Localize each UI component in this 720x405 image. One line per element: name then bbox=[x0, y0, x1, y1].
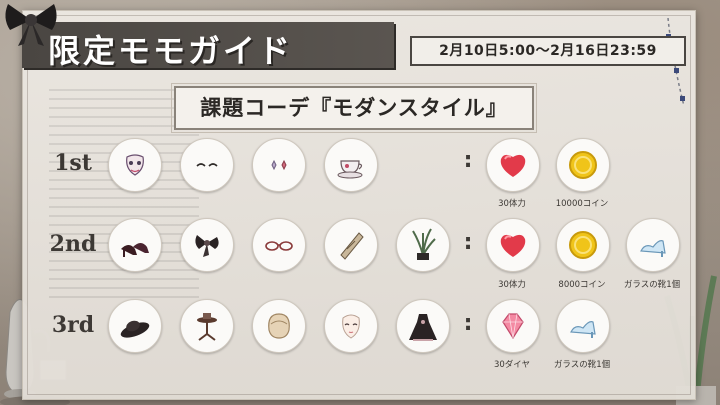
item-eyelash[interactable] bbox=[180, 138, 234, 192]
item-face[interactable] bbox=[324, 299, 378, 353]
reward-label: ガラスの靴1個 bbox=[623, 280, 681, 290]
potted-plant-icon bbox=[412, 228, 436, 260]
title-bar: 限定モモガイド bbox=[22, 22, 394, 70]
reward-coin[interactable] bbox=[556, 218, 610, 272]
item-potted-plant[interactable] bbox=[396, 218, 450, 272]
coin-icon bbox=[569, 151, 597, 179]
hair-bow-icon bbox=[195, 235, 219, 257]
heels-icon bbox=[121, 243, 149, 257]
item-hairstyle[interactable] bbox=[252, 299, 306, 353]
row-separator-3: : bbox=[463, 311, 473, 336]
reward-label: ガラスの靴1個 bbox=[553, 360, 611, 370]
dress-icon bbox=[409, 314, 437, 341]
hairstyle-icon bbox=[268, 313, 290, 339]
item-teacup[interactable] bbox=[324, 138, 378, 192]
row-separator-2: : bbox=[463, 230, 473, 255]
row-separator-1: : bbox=[463, 148, 473, 173]
eyelash-icon bbox=[196, 163, 218, 167]
event-period: 2月10日5:00〜2月16日23:59 bbox=[410, 36, 686, 66]
glasses-icon bbox=[265, 241, 293, 251]
item-hat[interactable] bbox=[108, 299, 162, 353]
item-hair-bow[interactable] bbox=[180, 218, 234, 272]
reward-coin[interactable] bbox=[556, 138, 610, 192]
heart-icon bbox=[500, 234, 526, 257]
glass-slipper-icon bbox=[570, 321, 596, 338]
mask-icon bbox=[126, 154, 144, 176]
item-scarf[interactable] bbox=[324, 218, 378, 272]
heart-icon bbox=[500, 154, 526, 177]
row-label-1st: 1st bbox=[54, 150, 92, 176]
item-earrings[interactable] bbox=[252, 138, 306, 192]
item-side-table[interactable] bbox=[180, 299, 234, 353]
item-mask[interactable] bbox=[108, 138, 162, 192]
reward-glass-slipper[interactable] bbox=[626, 218, 680, 272]
row-label-2nd: 2nd bbox=[49, 231, 97, 257]
item-dress[interactable] bbox=[396, 299, 450, 353]
ribbon-bow-icon bbox=[5, 4, 57, 46]
hat-icon bbox=[120, 320, 150, 338]
reward-heart[interactable] bbox=[486, 218, 540, 272]
theme-box: 課題コーデ『モダンスタイル』 bbox=[171, 83, 537, 133]
glass-slipper-icon bbox=[640, 240, 666, 257]
scarf-icon bbox=[340, 232, 364, 260]
theme-title: 課題コーデ『モダンスタイル』 bbox=[200, 96, 508, 120]
reward-diamond[interactable] bbox=[486, 299, 540, 353]
page-title: 限定モモガイド bbox=[48, 32, 294, 70]
face-icon bbox=[342, 314, 360, 339]
reward-glass-slipper[interactable] bbox=[556, 299, 610, 353]
item-heels[interactable] bbox=[108, 218, 162, 272]
diamond-icon bbox=[502, 313, 524, 340]
row-label-3rd: 3rd bbox=[51, 312, 95, 338]
item-glasses[interactable] bbox=[252, 218, 306, 272]
side-table-icon bbox=[197, 313, 217, 341]
teacup-icon bbox=[337, 160, 363, 179]
earrings-icon bbox=[271, 159, 287, 171]
coin-icon bbox=[569, 231, 597, 259]
reward-heart[interactable] bbox=[486, 138, 540, 192]
reward-label: 10000コイン bbox=[555, 199, 609, 209]
